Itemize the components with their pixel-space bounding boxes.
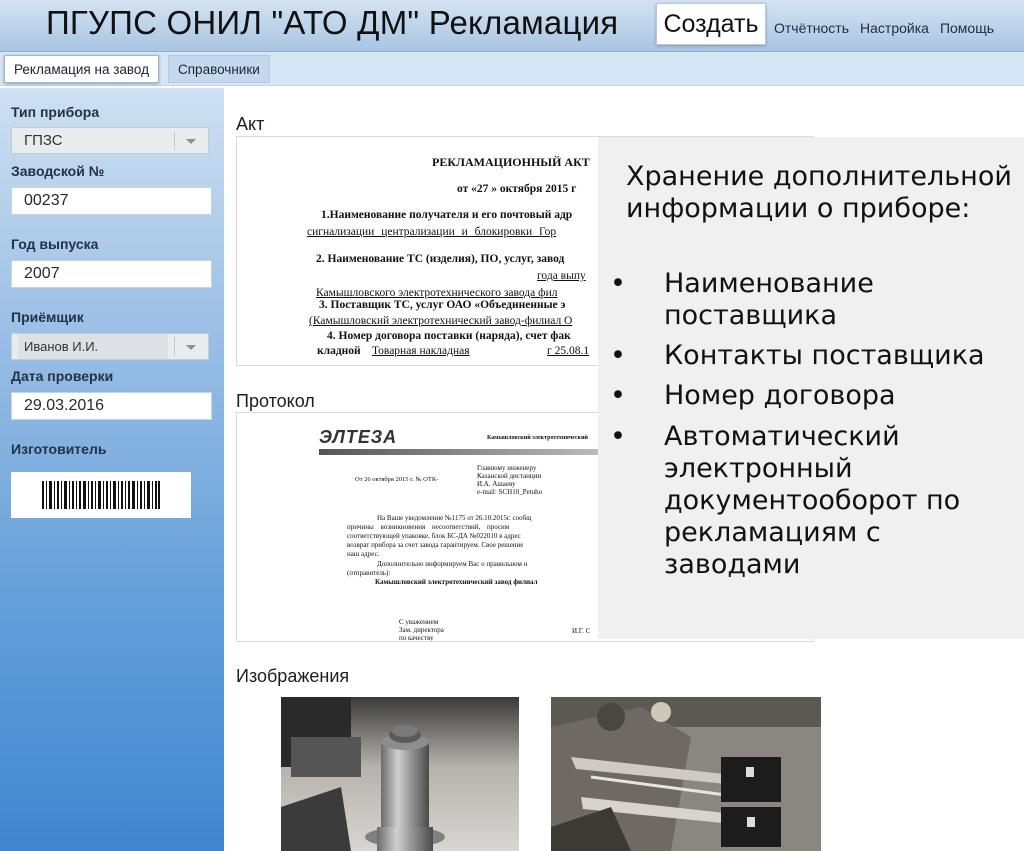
- images-section-title: Изображения: [236, 666, 350, 686]
- menu-item-help[interactable]: Помощь: [940, 20, 994, 36]
- tab-references[interactable]: Справочники: [168, 55, 270, 83]
- year-label: Год выпуска: [11, 236, 99, 252]
- device-type-select[interactable]: ГПЗС: [11, 127, 209, 154]
- manufacturer-barcode[interactable]: [11, 472, 191, 518]
- menu-item-settings[interactable]: Настройка: [860, 20, 929, 36]
- receiver-select[interactable]: Иванов И.И.: [11, 333, 209, 360]
- device-type-value: ГПЗС: [24, 132, 63, 149]
- info-panel-title: Хранение дополнительной информации о при…: [626, 161, 1012, 224]
- serial-label: Заводской №: [11, 163, 105, 179]
- barcode-icon: [42, 481, 160, 509]
- bullet-icon: •: [610, 380, 626, 411]
- bullet-icon: •: [610, 268, 626, 299]
- year-field[interactable]: 2007: [11, 260, 212, 288]
- photo-part-closeup: [281, 697, 519, 851]
- sidebar: Тип прибора ГПЗС Заводской № 00237 Год в…: [0, 88, 224, 851]
- photo-thumbnail[interactable]: [551, 697, 821, 851]
- chevron-down-icon: [186, 139, 196, 144]
- bullet-icon: •: [610, 340, 626, 371]
- chevron-down-icon: [186, 345, 196, 350]
- info-panel: Хранение дополнительной информации о при…: [598, 137, 1024, 639]
- device-type-label: Тип прибора: [11, 104, 100, 120]
- receiver-value: Иванов И.И.: [18, 334, 168, 359]
- serial-field[interactable]: 00237: [11, 187, 212, 215]
- app-title: ПГУПС ОНИЛ "АТО ДМ" Рекламация: [46, 4, 619, 41]
- check-date-label: Дата проверки: [11, 368, 114, 384]
- manufacturer-label: Изготовитель: [11, 441, 107, 457]
- top-menu: Отчётность Настройка Помощь: [774, 20, 994, 36]
- act-heading: РЕКЛАМАЦИОННЫЙ АКТ: [432, 155, 590, 169]
- photo-thumbnail[interactable]: [281, 697, 519, 851]
- subtab-bar: Рекламация на завод Справочники: [0, 52, 1024, 86]
- tab-factory-claim[interactable]: Рекламация на завод: [4, 55, 160, 83]
- app-header: ПГУПС ОНИЛ "АТО ДМ" Рекламация Создать О…: [0, 0, 1024, 52]
- receiver-label: Приёмщик: [11, 309, 84, 325]
- menu-item-reports[interactable]: Отчётность: [774, 20, 849, 36]
- create-button[interactable]: Создать: [656, 3, 766, 45]
- protocol-section-title: Протокол: [236, 391, 315, 411]
- check-date-field[interactable]: 29.03.2016: [11, 392, 212, 420]
- act-section-title: Акт: [236, 114, 265, 134]
- photo-relay-contacts: [551, 697, 821, 851]
- bullet-icon: •: [610, 421, 626, 452]
